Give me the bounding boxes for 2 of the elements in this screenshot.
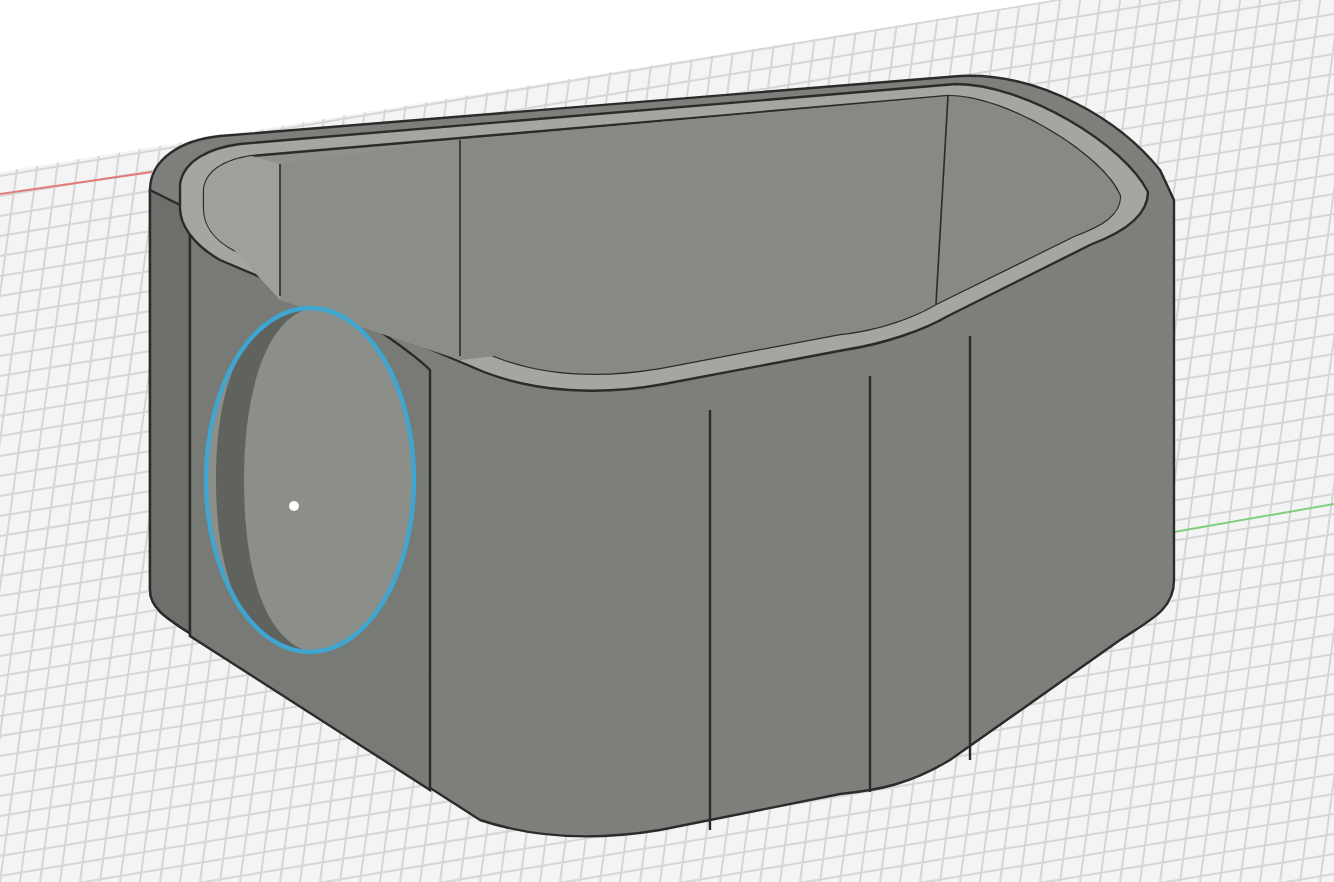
origin-point	[289, 501, 299, 511]
hole-edge[interactable]	[203, 305, 417, 655]
